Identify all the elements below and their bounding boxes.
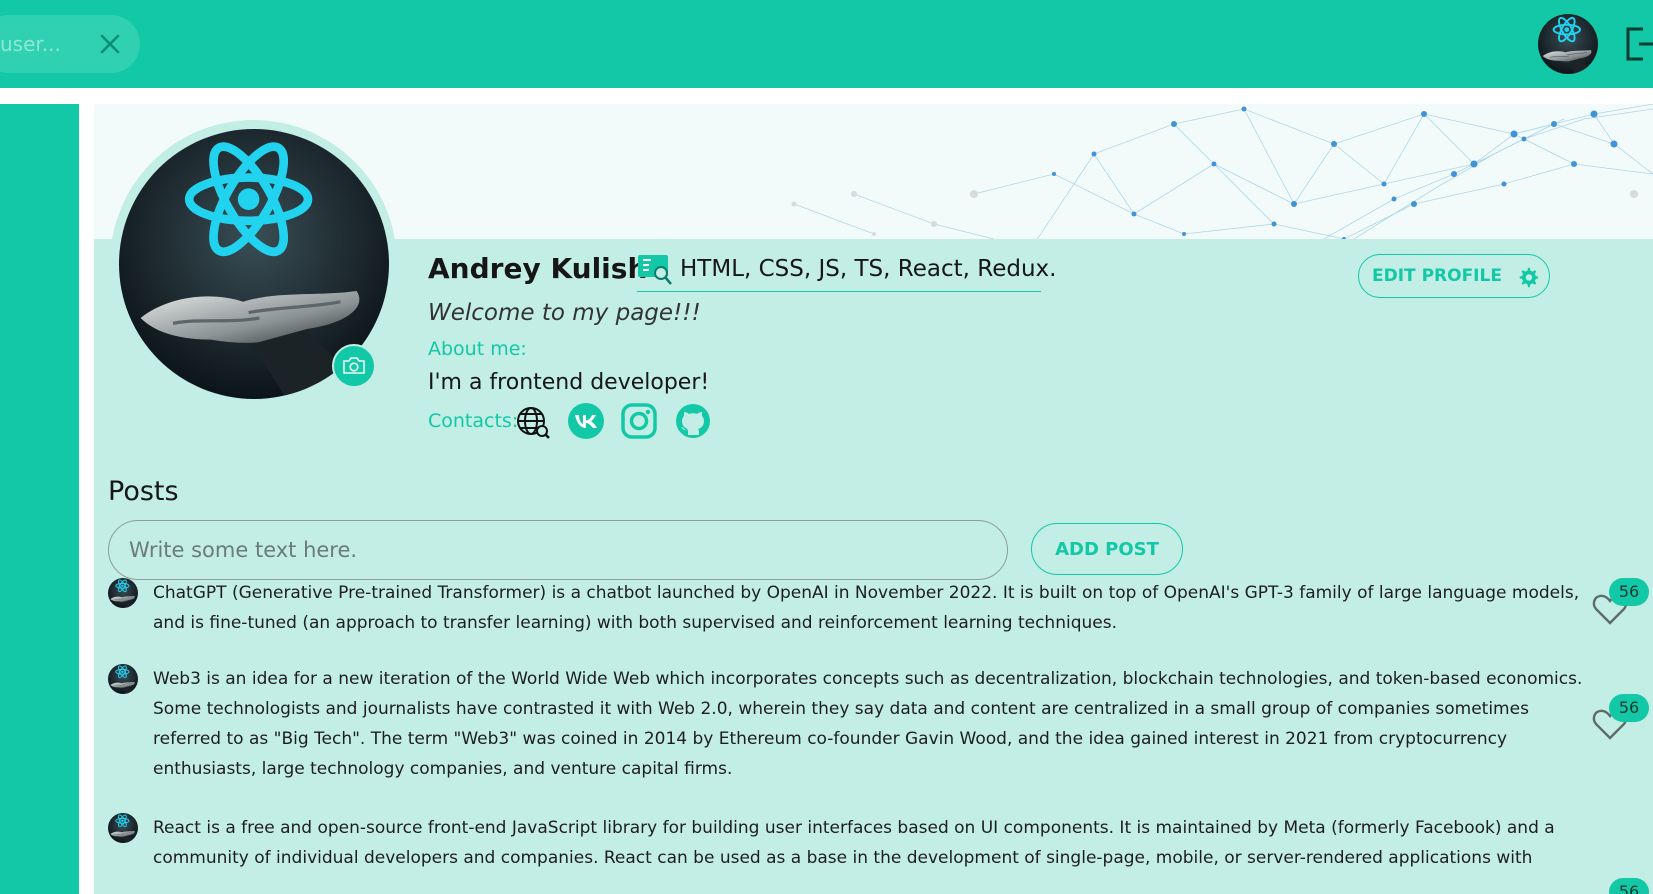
react-hand-avatar-icon xyxy=(108,664,138,694)
post-avatar xyxy=(108,813,138,843)
about-label: About me: xyxy=(428,338,527,360)
job-description: HTML, CSS, JS, TS, React, Redux. xyxy=(637,252,1056,292)
change-photo-button[interactable] xyxy=(332,344,376,388)
github-icon[interactable] xyxy=(674,402,712,440)
sidebar xyxy=(0,104,79,894)
react-hand-avatar-icon xyxy=(108,813,138,843)
header-avatar[interactable] xyxy=(1538,14,1598,74)
post-text: React is a free and open-source front-en… xyxy=(153,818,1555,868)
close-icon[interactable] xyxy=(98,32,122,56)
user-search xyxy=(0,15,140,73)
post-text: ChatGPT (Generative Pre-trained Transfor… xyxy=(153,583,1580,633)
job-description-text: HTML, CSS, JS, TS, React, Redux. xyxy=(680,256,1057,282)
add-post-button[interactable]: ADD POST xyxy=(1031,523,1183,575)
post-avatar xyxy=(108,664,138,694)
react-hand-avatar-icon xyxy=(108,578,138,608)
camera-icon xyxy=(343,357,365,374)
job-search-icon xyxy=(638,255,672,285)
post-avatar xyxy=(108,578,138,608)
posts-title: Posts xyxy=(108,476,179,507)
profile-content: Andrey Kulish HTML, CSS, JS, TS, React, … xyxy=(94,104,1653,894)
post-text: Web3 is an idea for a new iteration of t… xyxy=(153,669,1583,779)
profile-status[interactable]: Welcome to my page!!! xyxy=(428,300,701,326)
vk-icon[interactable] xyxy=(567,402,605,440)
contacts-label: Contacts: xyxy=(428,410,519,432)
globe-icon[interactable] xyxy=(514,402,552,440)
profile-name: Andrey Kulish xyxy=(428,252,648,285)
about-text: I'm a frontend developer! xyxy=(428,370,710,395)
user-search-input[interactable] xyxy=(0,15,70,73)
post-text-input[interactable] xyxy=(108,520,1008,580)
edit-profile-button[interactable]: EDIT PROFILE xyxy=(1358,254,1550,298)
react-hand-avatar-icon xyxy=(1538,14,1598,74)
instagram-icon[interactable] xyxy=(620,402,658,440)
logout-icon[interactable] xyxy=(1625,26,1653,62)
like-count-badge: 56 xyxy=(1609,878,1649,894)
like-count-badge: 56 xyxy=(1609,694,1649,722)
top-header xyxy=(0,0,1653,88)
like-count-badge: 56 xyxy=(1609,578,1649,606)
edit-profile-label: EDIT PROFILE xyxy=(1372,266,1502,286)
gear-icon xyxy=(1519,267,1539,288)
